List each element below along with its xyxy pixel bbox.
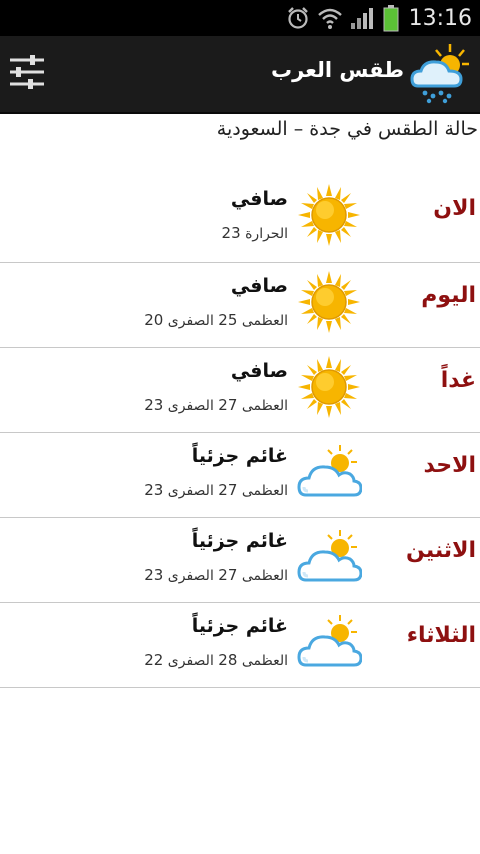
day-label: الثلاثاء xyxy=(406,623,476,648)
max-value: 28 xyxy=(218,651,238,669)
condition-text: صافي xyxy=(230,188,288,210)
condition-text: صافي xyxy=(230,360,288,382)
condition-text: غائم جزئياً xyxy=(191,615,288,637)
condition-text: غائم جزئياً xyxy=(191,445,288,467)
min-label: الصفرى xyxy=(167,313,214,329)
now-row[interactable]: الان صافي الحرارة 23 xyxy=(0,176,480,263)
max-label: العظمى xyxy=(241,568,288,584)
status-bar: 13:16 xyxy=(0,0,480,36)
settings-sliders-icon[interactable] xyxy=(6,50,48,94)
partly-cloudy-icon xyxy=(296,439,362,505)
forecast-row[interactable]: الاثنين غائم جزئياً العظمى 27 الصفرى 23 xyxy=(0,518,480,603)
max-value: 25 xyxy=(218,311,238,329)
temperature-range: العظمى 27 الصفرى 23 xyxy=(144,481,288,499)
app-logo-cloud-sun-icon xyxy=(410,44,469,104)
day-label: الاحد xyxy=(423,453,477,478)
min-value: 22 xyxy=(144,651,164,669)
max-label: العظمى xyxy=(241,313,288,329)
forecast-row[interactable]: الاحد غائم جزئياً العظمى 27 الصفرى 23 xyxy=(0,433,480,518)
max-value: 27 xyxy=(218,481,238,499)
min-value: 23 xyxy=(144,396,164,414)
max-label: العظمى xyxy=(241,653,288,669)
day-label: غداً xyxy=(440,368,476,393)
max-label: العظمى xyxy=(241,398,288,414)
day-label: اليوم xyxy=(421,283,476,308)
partly-cloudy-icon xyxy=(296,524,362,590)
status-time: 13:16 xyxy=(408,5,472,31)
action-bar: طقس العرب xyxy=(0,36,480,114)
sun-icon xyxy=(296,182,362,248)
sun-icon xyxy=(296,269,362,335)
day-label: الان xyxy=(433,196,476,221)
min-value: 23 xyxy=(144,566,164,584)
max-value: 27 xyxy=(218,396,238,414)
min-label: الصفرى xyxy=(167,653,214,669)
signal-icon xyxy=(350,8,373,29)
condition-text: صافي xyxy=(230,275,288,297)
temperature-range: العظمى 27 الصفرى 23 xyxy=(144,396,288,414)
day-label: الاثنين xyxy=(406,538,476,563)
min-value: 20 xyxy=(144,311,164,329)
app-title: طقس العرب xyxy=(271,58,404,82)
sun-icon xyxy=(296,354,362,420)
partly-cloudy-icon xyxy=(296,609,362,675)
forecast-row[interactable]: الثلاثاء غائم جزئياً العظمى 28 الصفرى 22 xyxy=(0,603,480,688)
current-temperature: الحرارة 23 xyxy=(222,224,288,242)
forecast-row[interactable]: غداً صافي العظمى 27 الصفرى 23 xyxy=(0,348,480,433)
max-value: 27 xyxy=(218,566,238,584)
alarm-icon xyxy=(287,7,308,29)
temperature-range: العظمى 25 الصفرى 20 xyxy=(144,311,288,329)
min-label: الصفرى xyxy=(167,483,214,499)
temp-label: الحرارة xyxy=(245,226,288,242)
location-heading: حالة الطقس في جدة – السعودية xyxy=(216,118,478,140)
forecast-row[interactable]: اليوم صافي العظمى 25 الصفرى 20 xyxy=(0,263,480,348)
temperature-range: العظمى 28 الصفرى 22 xyxy=(144,651,288,669)
forecast-list: الان صافي الحرارة 23 اليوم صافي العظمى 2… xyxy=(0,176,480,688)
battery-icon xyxy=(383,5,399,32)
temperature-range: العظمى 27 الصفرى 23 xyxy=(144,566,288,584)
temp-value: 23 xyxy=(221,224,241,242)
min-value: 23 xyxy=(144,481,164,499)
min-label: الصفرى xyxy=(167,568,214,584)
wifi-icon xyxy=(317,8,342,29)
max-label: العظمى xyxy=(241,483,288,499)
condition-text: غائم جزئياً xyxy=(191,530,288,552)
min-label: الصفرى xyxy=(167,398,214,414)
